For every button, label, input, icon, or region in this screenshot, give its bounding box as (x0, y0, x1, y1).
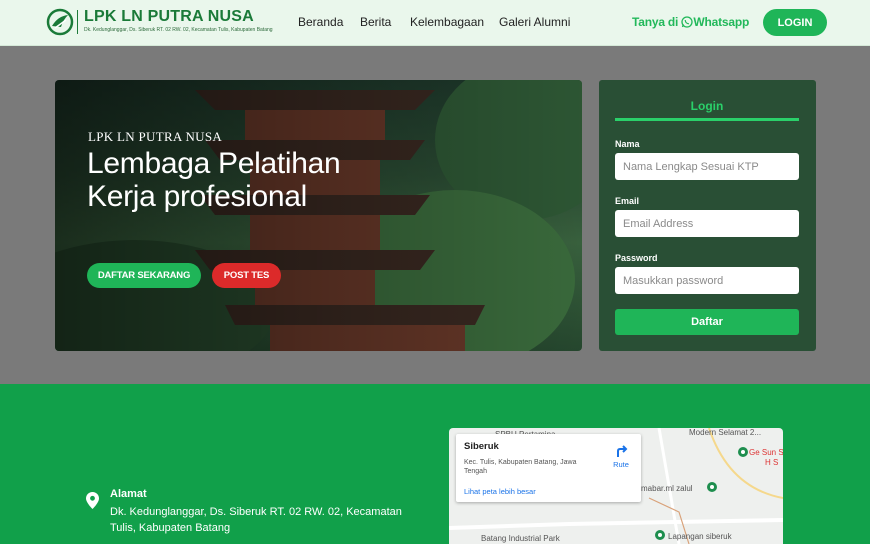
login-card: Login Nama Email Password Daftar (599, 80, 816, 351)
password-label: Password (615, 253, 658, 263)
logo-divider (77, 10, 78, 34)
footer: Alamat Dk. Kedunglanggar, Ds. Siberuk RT… (0, 384, 870, 544)
hero-overlay (55, 80, 582, 351)
map-label-industrial-park: Batang Industrial Park (481, 534, 560, 543)
hero-title: Lembaga Pelatihan Kerja profesional (87, 147, 341, 213)
map-label-lapangan: Lapangan siberuk (668, 532, 732, 541)
map-label-mabar: mabar.ml zalul (641, 484, 693, 493)
nav-link-berita[interactable]: Berita (360, 15, 391, 29)
logo-emblem-icon (46, 8, 74, 36)
email-field[interactable] (615, 210, 799, 237)
whatsapp-name: Whatsapp (693, 15, 750, 29)
map-label-modern-selamat: Modern Selamat 2... (689, 428, 762, 437)
password-field[interactable] (615, 267, 799, 294)
name-field[interactable] (615, 153, 799, 180)
map-place-name: Siberuk (464, 441, 499, 452)
whatsapp-prefix: Tanya di (632, 15, 679, 29)
name-label: Nama (615, 139, 640, 149)
embedded-map[interactable]: SPBU Pertamina Modern Selamat 2... Ge Su… (449, 428, 783, 544)
map-place-address: Kec. Tulis, Kabupaten Batang, Jawa Tenga… (464, 459, 577, 475)
map-info-card: Siberuk Kec. Tulis, Kabupaten Batang, Ja… (456, 434, 641, 502)
directions-button[interactable]: Rute (606, 444, 636, 469)
login-button[interactable]: LOGIN (763, 9, 827, 36)
nav-link-kelembagaan[interactable]: Kelembagaan (410, 15, 484, 29)
hero-banner: LPK LN PUTRA NUSA Lembaga Pelatihan Kerj… (55, 80, 582, 351)
whatsapp-link[interactable]: Tanya di Whatsapp (632, 15, 749, 29)
map-label-hs: H S (765, 458, 779, 467)
directions-label: Rute (613, 460, 629, 469)
map-label-ge-sun: Ge Sun Sa (749, 448, 783, 457)
address-label: Alamat (110, 488, 147, 500)
nav-link-galeri-alumni[interactable]: Galeri Alumni (499, 15, 570, 29)
logo-title: LPK LN PUTRA NUSA (84, 8, 254, 25)
login-card-underline (615, 118, 799, 121)
register-submit-button[interactable]: Daftar (615, 309, 799, 335)
larger-map-link[interactable]: Lihat peta lebih besar (464, 487, 536, 496)
whatsapp-icon (681, 16, 693, 28)
login-card-title: Login (690, 99, 724, 113)
hero-brand: LPK LN PUTRA NUSA (88, 129, 223, 144)
navbar: LPK LN PUTRA NUSA Dk. Kedunglanggar, Ds.… (0, 0, 870, 46)
register-now-button[interactable]: DAFTAR SEKARANG (87, 263, 201, 288)
logo-subtitle: Dk. Kedunglanggar, Ds. Siberuk RT. 02 RW… (84, 27, 273, 33)
email-label: Email (615, 196, 640, 206)
directions-icon (617, 445, 628, 457)
site-logo[interactable]: LPK LN PUTRA NUSA Dk. Kedunglanggar, Ds.… (46, 6, 273, 40)
post-test-button[interactable]: POST TES (212, 263, 281, 288)
location-pin-icon (86, 492, 99, 509)
nav-link-beranda[interactable]: Beranda (298, 15, 343, 29)
address-text: Dk. Kedunglanggar, Ds. Siberuk RT. 02 RW… (110, 506, 402, 534)
